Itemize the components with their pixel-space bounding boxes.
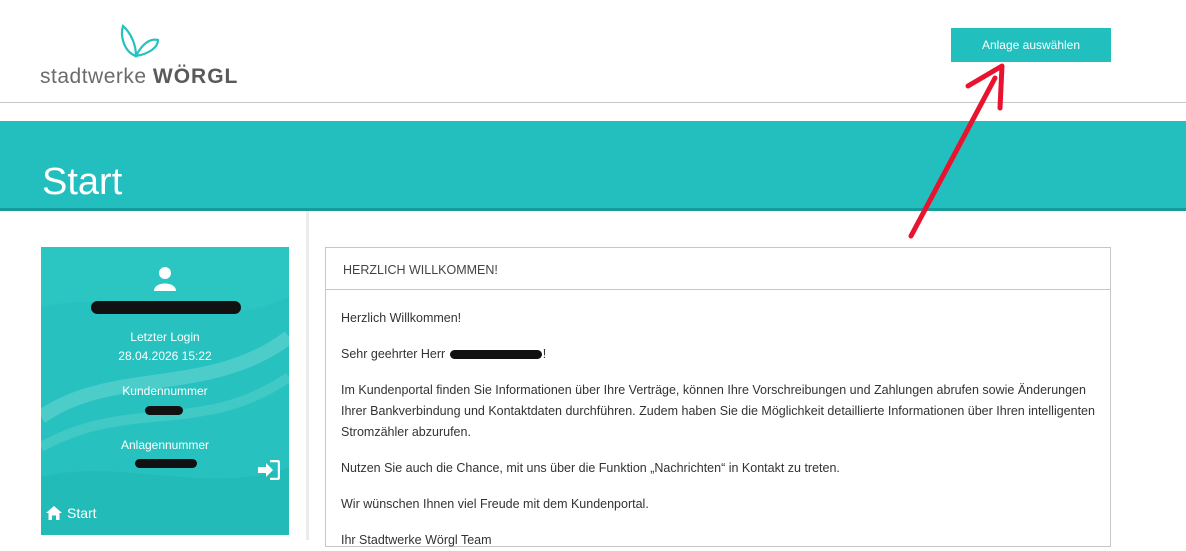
logo-prefix: stadtwerke xyxy=(40,65,147,88)
intro-paragraph: Im Kundenportal finden Sie Informationen… xyxy=(341,383,1095,439)
annotation-arrow xyxy=(908,63,1005,239)
kundennummer-label: Kundennummer xyxy=(122,384,208,398)
anlagennummer-label: Anlagennummer xyxy=(120,438,210,452)
signature-text: Ihr Stadtwerke Wörgl Team xyxy=(341,533,492,547)
salutation-line: Sehr geehrter Herr ! xyxy=(341,344,1095,365)
welcome-card-body: Herzlich Willkommen! Sehr geehrter Herr … xyxy=(326,290,1110,551)
welcome-card-title: HERZLICH WILLKOMMEN! xyxy=(326,248,1110,290)
start-link-label: Start xyxy=(67,505,97,521)
redacted-anlagennummer xyxy=(135,459,197,468)
logo-text: stadtwerke WÖRGL xyxy=(40,65,238,89)
user-icon xyxy=(154,267,176,291)
redacted-kundennummer xyxy=(145,406,183,415)
welcome-card: HERZLICH WILLKOMMEN! Herzlich Willkommen… xyxy=(325,247,1111,547)
anlage-auswaehlen-button[interactable]: Anlage auswählen xyxy=(951,28,1111,62)
messages-paragraph: Nutzen Sie auch die Chance, mit uns über… xyxy=(341,461,840,475)
stadtwerke-logo[interactable]: stadtwerke WÖRGL xyxy=(40,22,240,92)
redacted-customer-name xyxy=(449,350,542,360)
home-icon xyxy=(46,506,62,520)
page-title: Start xyxy=(42,161,123,203)
last-login-value: 28.04.2026 15:22 xyxy=(118,349,212,363)
salutation-text: Sehr geehrter Herr xyxy=(341,347,446,361)
sign-in-icon[interactable] xyxy=(258,460,280,480)
greeting-text: Herzlich Willkommen! xyxy=(341,311,462,325)
logo-brand: WÖRGL xyxy=(152,65,239,88)
profile-panel: Letzter Login 28.04.2026 15:22 Kundennum… xyxy=(41,247,289,535)
wishes-paragraph: Wir wünschen Ihnen viel Freude mit dem K… xyxy=(341,497,649,511)
salutation-end: ! xyxy=(542,347,547,361)
last-login-label: Letzter Login xyxy=(130,330,200,344)
butterfly-logo-icon xyxy=(120,24,160,58)
start-nav-link[interactable]: Start xyxy=(46,505,97,521)
redacted-name xyxy=(91,301,241,314)
column-divider xyxy=(306,211,309,540)
